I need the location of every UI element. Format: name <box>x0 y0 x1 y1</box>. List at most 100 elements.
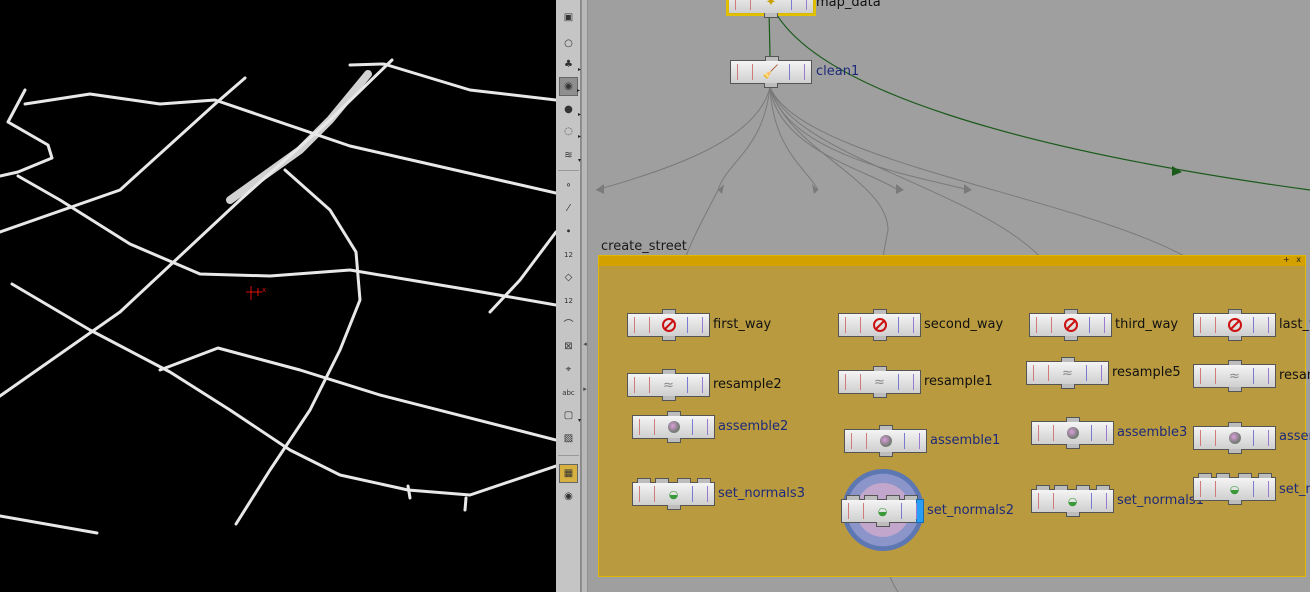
assemble-node-1[interactable] <box>844 425 927 457</box>
map-data-node[interactable]: ✦ <box>728 0 814 18</box>
input-connector[interactable] <box>1228 309 1242 314</box>
road-curve <box>16 174 556 307</box>
output-connector[interactable] <box>1060 384 1075 389</box>
input-connector[interactable] <box>1228 360 1242 365</box>
visibility-icon[interactable]: ≋ ▾ <box>559 146 581 165</box>
output-connector[interactable] <box>878 452 893 457</box>
road-curve <box>0 514 99 535</box>
shading-icon[interactable]: ● ▸ <box>559 100 581 119</box>
input-connector[interactable] <box>662 309 676 314</box>
text-icon[interactable]: abc <box>559 383 578 402</box>
background-image-icon[interactable]: ▨ <box>559 429 578 448</box>
input-connector[interactable] <box>886 495 900 500</box>
wire-arrow-icon <box>896 184 904 194</box>
input-connector[interactable] <box>846 495 860 500</box>
input-connector[interactable] <box>765 56 779 61</box>
attribute-icon: ◒ <box>877 504 888 518</box>
node-label-resample2: resample2 <box>713 377 782 392</box>
input-connector[interactable] <box>1036 485 1050 490</box>
blast-node-second-way[interactable] <box>838 309 921 341</box>
sphere-icon[interactable]: ○ <box>559 34 578 53</box>
output-connector[interactable] <box>661 336 676 341</box>
eye-icon[interactable]: ◉ <box>559 487 578 506</box>
resample-node-2[interactable]: ≈ <box>627 369 710 401</box>
input-connector[interactable] <box>1216 473 1230 478</box>
input-connector[interactable] <box>697 478 711 483</box>
input-connector[interactable] <box>662 369 676 374</box>
primitive-numbers-label: 12 <box>564 296 573 305</box>
input-connector[interactable] <box>1238 473 1252 478</box>
wire <box>769 86 819 191</box>
input-connector[interactable] <box>879 425 893 430</box>
vertex-icon[interactable]: ∙ <box>559 222 578 241</box>
input-connector[interactable] <box>655 478 669 483</box>
view-tool-icon[interactable]: ▣ <box>559 8 578 27</box>
blast-node-third-way[interactable] <box>1029 309 1112 341</box>
input-connector[interactable] <box>1061 357 1075 362</box>
grid-layout-icon[interactable]: ▦ <box>559 464 578 483</box>
input-connector[interactable] <box>873 366 887 371</box>
scene-viewport[interactable]: x <box>0 0 556 592</box>
resample-node-1[interactable]: ≈ <box>838 366 921 398</box>
blast-node-last-way[interactable] <box>1193 309 1276 341</box>
input-connector[interactable] <box>1198 473 1212 478</box>
input-connector[interactable] <box>1258 473 1272 478</box>
input-connector[interactable] <box>1054 485 1068 490</box>
output-connector[interactable] <box>666 438 681 443</box>
network-box-buttons[interactable]: + x <box>1283 255 1303 264</box>
camera-icon[interactable]: ⌖ <box>559 360 578 379</box>
resample-node-5[interactable]: ≈ <box>1026 357 1109 389</box>
display-options-icon[interactable]: ◉ ▸ <box>559 77 580 96</box>
attribute-icon: ◒ <box>1067 494 1078 508</box>
input-connector[interactable] <box>637 478 651 483</box>
point-icon[interactable]: ∘ <box>559 176 578 195</box>
annotation-icon[interactable]: ▢ ▾ <box>559 406 581 425</box>
input-connector[interactable] <box>667 411 681 416</box>
assemble-node-2[interactable] <box>632 411 715 443</box>
output-connector[interactable] <box>1227 336 1242 341</box>
input-connector[interactable] <box>864 495 878 500</box>
output-connector[interactable] <box>875 522 890 527</box>
snapping-icon[interactable]: ◌ ▸ <box>559 122 581 141</box>
point-numbers-icon[interactable]: 12 <box>559 245 578 264</box>
input-connector[interactable] <box>677 478 691 483</box>
edge-icon[interactable]: ⁄ <box>559 199 578 218</box>
light-icon[interactable]: ♣ ▸ <box>559 55 581 74</box>
output-connector[interactable] <box>764 13 778 18</box>
output-connector[interactable] <box>1065 512 1080 517</box>
output-connector[interactable] <box>1063 336 1078 341</box>
output-connector[interactable] <box>872 393 887 398</box>
input-connector[interactable] <box>873 309 887 314</box>
output-connector[interactable] <box>872 336 887 341</box>
output-connector[interactable] <box>764 83 778 88</box>
set-normals-node-3[interactable]: ◒ <box>632 478 715 510</box>
output-connector[interactable] <box>1227 500 1242 505</box>
output-connector[interactable] <box>1227 449 1242 454</box>
input-connector[interactable] <box>1228 422 1242 427</box>
output-connector[interactable] <box>666 505 681 510</box>
assemble-node-3[interactable] <box>1031 417 1114 449</box>
input-connector[interactable] <box>1096 485 1110 490</box>
output-connector[interactable] <box>661 396 676 401</box>
node-label-resample1: resample1 <box>924 374 993 389</box>
network-box-titlebar[interactable] <box>599 256 1305 266</box>
assemble-node-4[interactable] <box>1193 422 1276 454</box>
resample-node-4[interactable]: ≈ <box>1193 360 1276 392</box>
primitive-icon[interactable]: ◇ <box>559 268 578 287</box>
pane-splitter[interactable]: ◂ ▸ <box>581 0 588 592</box>
network-box-title[interactable]: create_street <box>601 239 687 254</box>
bounding-box-icon[interactable]: ⊠ <box>559 337 578 356</box>
primitive-numbers-icon[interactable]: 12 <box>559 291 578 310</box>
set-normals-node-4[interactable]: ◒ <box>1193 473 1276 505</box>
display-flag[interactable] <box>916 499 924 523</box>
set-normals-node-1[interactable]: ◒ <box>1031 485 1114 517</box>
clean-node[interactable]: 🧹 <box>730 56 812 88</box>
input-connector[interactable] <box>1066 417 1080 422</box>
blast-node-first-way[interactable] <box>627 309 710 341</box>
output-connector[interactable] <box>1227 387 1242 392</box>
output-connector[interactable] <box>1065 444 1080 449</box>
input-connector[interactable] <box>1076 485 1090 490</box>
input-connector[interactable] <box>1064 309 1078 314</box>
normals-icon[interactable]: ⌒ <box>559 314 578 333</box>
set-normals-node-2[interactable]: ◒ <box>841 495 924 527</box>
